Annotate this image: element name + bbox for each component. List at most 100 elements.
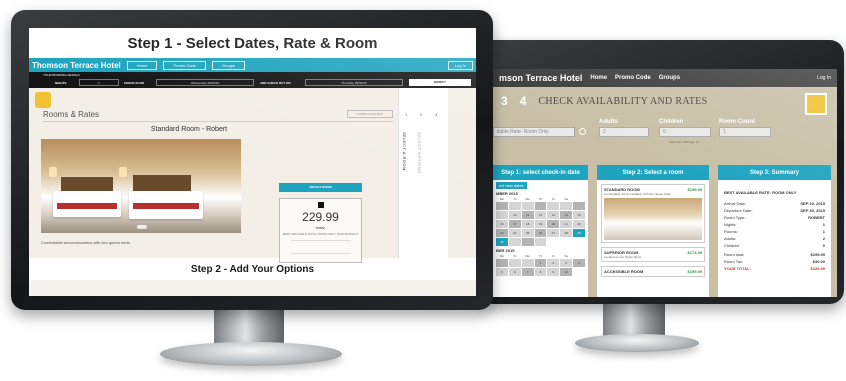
booking-details-bar: YOUR BOOKING DETAILS NIGHTS 1 CHECK IN O…	[29, 72, 476, 88]
room-panel-header: Step 2: Select a room	[597, 165, 709, 180]
calendar-day[interactable]	[508, 259, 521, 267]
calendar-day[interactable]	[521, 238, 534, 246]
info-icon[interactable]	[579, 128, 586, 135]
calendar-day[interactable]: 4	[573, 259, 585, 267]
left-nav-home[interactable]: Home	[126, 60, 158, 70]
calendar-day[interactable]	[521, 259, 534, 267]
calendar-day[interactable]	[496, 259, 508, 267]
calendar-day[interactable]: 11	[521, 211, 534, 219]
calendar-day[interactable]	[521, 202, 534, 210]
calendar-day[interactable]: 8	[534, 268, 547, 276]
side-step-3[interactable]: 3	[435, 112, 437, 117]
calendar-dow	[573, 197, 585, 201]
calendar-day[interactable]: 22	[573, 220, 585, 228]
calendar-day[interactable]: 24	[508, 229, 521, 237]
calendar-day[interactable]	[547, 202, 560, 210]
nights-field[interactable]: 1	[79, 79, 119, 86]
calendar-day[interactable]: 13	[547, 211, 560, 219]
carousel-dots[interactable]	[137, 225, 147, 229]
calendar-day[interactable]: 18	[521, 220, 534, 228]
calendar-day[interactable]: 1	[534, 259, 547, 267]
checkout-label: AND CHECK OUT ON	[260, 81, 291, 85]
room-card[interactable]: STANDARD ROOM $199.99 Comfortable accommo…	[601, 184, 705, 243]
info-icon[interactable]	[317, 202, 324, 208]
right-step-4[interactable]: 4	[520, 94, 527, 108]
calendar-day[interactable]: 20	[547, 220, 560, 228]
calendar-day[interactable]: 15	[573, 211, 585, 219]
calendar-day[interactable]: 3	[560, 259, 573, 267]
calendar-day[interactable]: 30	[496, 238, 508, 246]
calendar-day[interactable]: 19	[534, 220, 547, 228]
room-card[interactable]: ACCESSIBLE ROOM $199.99	[601, 266, 705, 277]
calendar-day[interactable]	[534, 202, 547, 210]
sort-dropdown[interactable]: LOWEST-HIGHEST	[347, 110, 393, 118]
left-brand[interactable]: Thomson Terrace Hotel	[32, 61, 121, 70]
rate-options[interactable]	[290, 240, 351, 254]
calendar-day[interactable]: 23	[496, 229, 508, 237]
calendar-day[interactable]: 2	[547, 259, 560, 267]
bed-runner	[133, 203, 199, 209]
calendar-day[interactable]: 7	[521, 268, 534, 276]
calendar-day[interactable]: 6	[508, 268, 521, 276]
room-count-field[interactable]: 1	[719, 127, 771, 137]
calendar-day[interactable]: 17	[508, 220, 521, 228]
right-monitor-base	[575, 334, 699, 352]
calendar-day[interactable]: 10	[508, 211, 521, 219]
summary-row: Children: 0	[724, 243, 825, 248]
rooms-rates-area: Rooms & Rates LOWEST-HIGHEST Standard Ro…	[29, 88, 476, 263]
children-field[interactable]: 0	[659, 127, 711, 137]
calendar-day[interactable]	[496, 202, 508, 210]
calendar-day[interactable]: 26	[534, 229, 547, 237]
calendar-day[interactable]	[534, 238, 547, 246]
right-nav-groups[interactable]: Groups	[659, 75, 680, 81]
calendar-dow: Sa	[564, 197, 569, 201]
calendar-day[interactable]: 16	[496, 220, 508, 228]
room-photo-large[interactable]	[41, 139, 241, 233]
calendar-day[interactable]: 27	[547, 229, 560, 237]
right-brand[interactable]: mson Terrace Hotel	[499, 73, 582, 83]
room-desc: Comfortable accommodation with two queen…	[604, 192, 672, 196]
calendar-day[interactable]: 10	[560, 268, 573, 276]
select-new-dates-button[interactable]: ect new dates	[496, 182, 527, 189]
calendar-day[interactable]: 25	[521, 229, 534, 237]
modify-button[interactable]: MODIFY	[409, 79, 471, 86]
calendar-day[interactable]	[508, 202, 521, 210]
room-name: ACCESSIBLE ROOM	[604, 269, 644, 274]
select-room-button[interactable]: SELECT ROOM	[279, 183, 362, 192]
right-nav-promo[interactable]: Promo Code	[615, 75, 651, 81]
side-step-1[interactable]: 1	[405, 112, 407, 117]
checkin-calendar-panel: Step 1: select check-in date ect new dat…	[493, 165, 588, 297]
adults-field[interactable]: 2	[599, 127, 649, 137]
side-step-2[interactable]: 2	[420, 112, 422, 117]
calendar-day[interactable]	[496, 211, 508, 219]
calendar-day[interactable]: 12	[534, 211, 547, 219]
calendar-day[interactable]: 5	[496, 268, 508, 276]
summary-body: BEST AVAILABLE RATE- ROOM ONLY Arrival D…	[718, 180, 831, 277]
calendar-day[interactable]: 28	[560, 229, 573, 237]
right-nav-home[interactable]: Home	[590, 75, 607, 81]
calendar-dow: We	[525, 197, 530, 201]
room-card[interactable]: SUPERIOR ROOM $174.99 Located on our high…	[601, 247, 705, 262]
checkout-field[interactable]: Thursday 09/30/15	[305, 79, 403, 86]
right-step-3[interactable]: 3	[501, 94, 508, 108]
left-nav-promo[interactable]: Promo Code	[163, 60, 206, 70]
rate-select[interactable]: ilable Rate- Room Only	[493, 127, 575, 137]
calendar-day[interactable]	[508, 238, 521, 246]
calendar-day[interactable]: 29	[573, 229, 585, 237]
right-login-button[interactable]: Log In	[817, 75, 831, 81]
calendar-day[interactable]	[560, 202, 573, 210]
left-nav-groups[interactable]: Groups	[211, 60, 246, 70]
room-title: Standard Room - Robert	[150, 126, 228, 133]
calendar-dow: Sa	[564, 254, 569, 258]
left-monitor-screen: Step 1 - Select Dates, Rate & Room Thoms…	[29, 28, 476, 296]
checkin-field[interactable]: Wednesday 09/29/15	[156, 79, 254, 86]
calendar-day[interactable]	[573, 202, 585, 210]
room-price: $199.99	[687, 269, 702, 274]
calendar-day[interactable]: 9	[547, 268, 560, 276]
room-price: $199.99	[687, 187, 702, 192]
summary-value: 1	[822, 229, 825, 234]
calendar-dow	[573, 254, 585, 258]
left-login-button[interactable]: Log In	[447, 60, 473, 70]
calendar-day[interactable]: 14	[560, 211, 573, 219]
calendar-day[interactable]: 21	[560, 220, 573, 228]
